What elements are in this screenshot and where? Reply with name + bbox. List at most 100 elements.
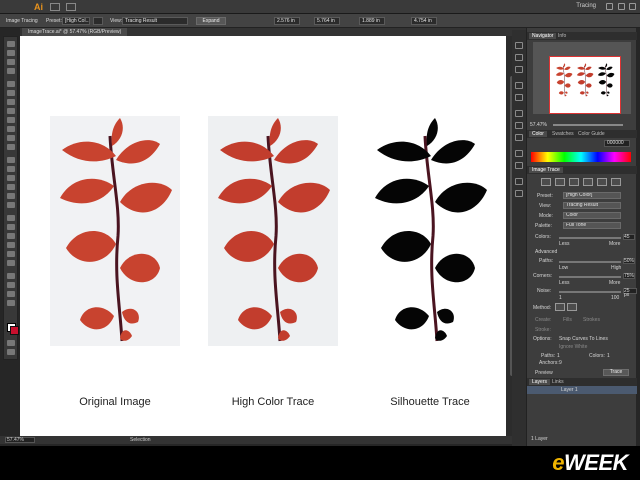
layer-name[interactable]: Layer 1: [561, 387, 578, 393]
panel-icon-2[interactable]: [515, 54, 523, 61]
panel-icon-11[interactable]: [515, 178, 523, 185]
shape-builder-tool-icon[interactable]: [7, 193, 15, 199]
color-spectrum[interactable]: [531, 152, 631, 162]
overlapping-method-icon[interactable]: [567, 303, 577, 311]
tab-layers[interactable]: Layers: [529, 379, 551, 385]
arrange-icon[interactable]: [66, 3, 76, 11]
panel-icon-12[interactable]: [515, 190, 523, 197]
column-graph-tool-icon[interactable]: [7, 260, 15, 266]
rectangle-tool-icon[interactable]: [7, 108, 15, 114]
pencil-tool-icon[interactable]: [7, 126, 15, 132]
panel-icon-1[interactable]: [515, 42, 523, 49]
status-tool-label[interactable]: Selection: [130, 437, 151, 443]
it-mode-select[interactable]: Color: [563, 212, 621, 219]
colors-value[interactable]: 45: [623, 234, 635, 240]
navigator-zoom-slider[interactable]: [553, 124, 623, 126]
workspace-switcher[interactable]: Tracing: [576, 3, 596, 9]
navigator-viewbox[interactable]: [549, 56, 621, 114]
magic-wand-tool-icon[interactable]: [7, 59, 15, 65]
bridge-icon[interactable]: [50, 3, 60, 11]
blend-tool-icon[interactable]: [7, 242, 15, 248]
expand-button[interactable]: Expand: [196, 17, 226, 25]
tab-swatches[interactable]: Swatches: [549, 131, 577, 137]
width-field[interactable]: 1.889 in: [359, 17, 385, 25]
type-tool-icon[interactable]: [7, 90, 15, 96]
line-tool-icon[interactable]: [7, 99, 15, 105]
x-field[interactable]: 2.576 in: [274, 17, 300, 25]
strokes-checkbox[interactable]: Strokes: [583, 317, 600, 323]
panel-icon-8[interactable]: [515, 134, 523, 141]
grayscale-icon[interactable]: [583, 178, 593, 186]
preview-checkbox[interactable]: Preview: [535, 370, 553, 376]
artboard-tool-icon[interactable]: [7, 273, 15, 279]
y-field[interactable]: 5.764 in: [314, 17, 340, 25]
eyedropper-tool-icon[interactable]: [7, 233, 15, 239]
fills-checkbox[interactable]: Fills: [563, 317, 572, 323]
view-select[interactable]: Tracing Result: [122, 17, 188, 25]
low-color-icon[interactable]: [569, 178, 579, 186]
scale-tool-icon[interactable]: [7, 166, 15, 172]
ignore-white-checkbox[interactable]: Ignore White: [559, 344, 587, 350]
abutting-method-icon[interactable]: [555, 303, 565, 311]
noise-slider[interactable]: [559, 291, 621, 293]
selection-tool-icon[interactable]: [7, 41, 15, 47]
zoom-field[interactable]: 57.47%: [5, 437, 35, 443]
it-preset-select[interactable]: [High Color]: [563, 192, 621, 199]
tab-color-guide[interactable]: Color Guide: [575, 131, 608, 137]
layer-row[interactable]: Layer 1: [527, 386, 637, 394]
artboard-canvas[interactable]: Original Image High Color Trace Silhouet…: [20, 36, 506, 436]
width-tool-icon[interactable]: [7, 175, 15, 181]
auto-color-icon[interactable]: [541, 178, 551, 186]
trace-preset-icon[interactable]: [93, 17, 103, 25]
panel-icon-10[interactable]: [515, 162, 523, 169]
free-transform-tool-icon[interactable]: [7, 184, 15, 190]
stroke-swatch[interactable]: [10, 326, 19, 335]
preset-select[interactable]: [High Col...: [62, 17, 90, 25]
outline-icon[interactable]: [611, 178, 621, 186]
minimize-icon[interactable]: [606, 3, 613, 10]
draw-mode-icon[interactable]: [7, 340, 15, 346]
mesh-tool-icon[interactable]: [7, 215, 15, 221]
it-palette-select[interactable]: Full Tone: [563, 222, 621, 229]
blob-brush-tool-icon[interactable]: [7, 135, 15, 141]
slice-tool-icon[interactable]: [7, 282, 15, 288]
corners-value[interactable]: 75%: [623, 273, 635, 279]
navigator-zoom[interactable]: 57.47%: [530, 122, 547, 128]
direct-selection-tool-icon[interactable]: [7, 50, 15, 56]
close-icon[interactable]: [629, 3, 636, 10]
paintbrush-tool-icon[interactable]: [7, 117, 15, 123]
navigator-preview[interactable]: [533, 42, 631, 114]
panel-icon-9[interactable]: [515, 150, 523, 157]
it-view-select[interactable]: Tracing Result: [563, 202, 621, 209]
panel-icon-3[interactable]: [515, 66, 523, 73]
paths-value[interactable]: 50%: [623, 258, 635, 264]
black-white-icon[interactable]: [597, 178, 607, 186]
tab-color[interactable]: Color: [529, 131, 547, 137]
noise-value[interactable]: 25 px: [623, 288, 637, 298]
panel-icon-7[interactable]: [515, 122, 523, 129]
panel-icon-5[interactable]: [515, 94, 523, 101]
perspective-grid-tool-icon[interactable]: [7, 202, 15, 208]
height-field[interactable]: 4.754 in: [411, 17, 437, 25]
advanced-toggle[interactable]: Advanced: [535, 249, 557, 255]
tab-image-trace[interactable]: Image Trace: [529, 167, 563, 173]
snap-curves-checkbox[interactable]: Snap Curves To Lines: [559, 336, 608, 342]
paths-slider[interactable]: [559, 261, 621, 263]
panel-icon-6[interactable]: [515, 110, 523, 117]
corners-slider[interactable]: [559, 276, 621, 278]
hand-tool-icon[interactable]: [7, 291, 15, 297]
high-color-icon[interactable]: [555, 178, 565, 186]
pen-tool-icon[interactable]: [7, 81, 15, 87]
zoom-tool-icon[interactable]: [7, 300, 15, 306]
tab-navigator[interactable]: Navigator: [529, 33, 557, 39]
symbol-sprayer-tool-icon[interactable]: [7, 251, 15, 257]
rotate-tool-icon[interactable]: [7, 157, 15, 163]
gradient-tool-icon[interactable]: [7, 224, 15, 230]
colors-slider[interactable]: [559, 237, 621, 239]
screen-mode-icon[interactable]: [7, 349, 15, 355]
tab-links[interactable]: Links: [549, 379, 567, 385]
document-tab[interactable]: ImageTrace.ai* @ 57.47% (RGB/Preview): [22, 28, 128, 36]
hex-field[interactable]: 000000: [604, 140, 630, 147]
tab-info[interactable]: Info: [555, 33, 569, 39]
trace-button[interactable]: Trace: [603, 369, 629, 376]
